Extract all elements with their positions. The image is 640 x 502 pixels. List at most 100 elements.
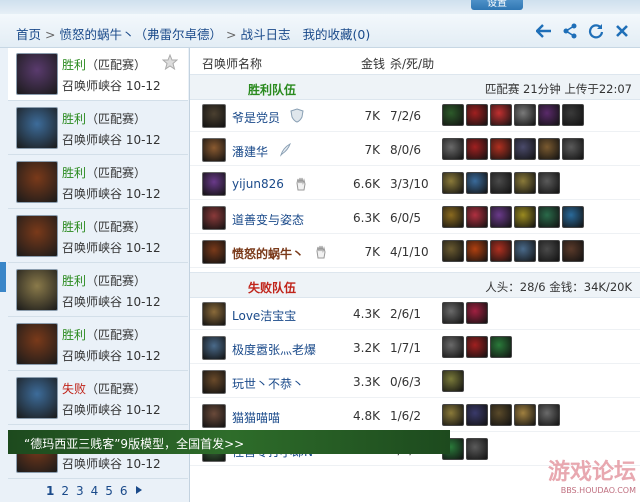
page-link[interactable]: 2 — [61, 484, 69, 498]
next-page-icon[interactable] — [135, 484, 143, 498]
summoner-name[interactable]: 潘建华 — [232, 143, 268, 160]
result-label: 胜利 — [62, 274, 87, 288]
star-icon[interactable] — [161, 53, 179, 73]
item-icon[interactable] — [442, 302, 464, 324]
summoner-name[interactable]: yijun826 — [232, 177, 284, 191]
item-icon[interactable] — [514, 172, 536, 194]
item-icon[interactable] — [562, 104, 584, 126]
summoner-name[interactable]: 玩世丶不恭丶 — [232, 375, 304, 392]
item-icon[interactable] — [490, 104, 512, 126]
item-icon[interactable] — [466, 302, 488, 324]
item-slots — [442, 370, 464, 392]
item-icon[interactable] — [442, 104, 464, 126]
item-icon[interactable] — [514, 206, 536, 228]
nav-bar: 首页 > 愤怒的蜗牛丶（弗雷尔卓德） > 战斗日志 我的收藏(0) — [0, 14, 640, 48]
player-row[interactable]: yijun826 6.6K 3/3/10 — [190, 169, 640, 200]
match-result: 胜利（匹配赛） — [62, 110, 146, 127]
item-icon[interactable] — [538, 206, 560, 228]
match-item[interactable]: 胜利（匹配赛） 召唤师峡谷 10-12 — [8, 102, 188, 155]
player-row[interactable]: 玩世丶不恭丶 3.3K 0/6/3 — [190, 367, 640, 398]
match-item[interactable]: 胜利（匹配赛） 召唤师峡谷 10-12 — [8, 318, 188, 371]
item-icon[interactable] — [466, 206, 488, 228]
kda-value: 4/1/10 — [390, 245, 429, 259]
item-icon[interactable] — [538, 404, 560, 426]
item-icon[interactable] — [514, 404, 536, 426]
match-item[interactable]: 胜利（匹配赛） 召唤师峡谷 10-12 — [8, 156, 188, 209]
item-icon[interactable] — [442, 240, 464, 262]
player-row[interactable]: 爷是党员 7K 7/2/6 — [190, 101, 640, 132]
match-result: 胜利（匹配赛） — [62, 272, 146, 289]
item-icon[interactable] — [490, 138, 512, 160]
item-icon[interactable] — [466, 404, 488, 426]
summoner-name[interactable]: Love洁宝宝 — [232, 307, 296, 324]
item-icon[interactable] — [466, 240, 488, 262]
page-link[interactable]: 5 — [105, 484, 113, 498]
item-icon[interactable] — [562, 138, 584, 160]
champion-avatar — [16, 107, 58, 149]
breadcrumb-summoner[interactable]: 愤怒的蜗牛丶（弗雷尔卓德） — [60, 27, 223, 42]
item-icon[interactable] — [538, 240, 560, 262]
breadcrumb-section[interactable]: 战斗日志 — [241, 27, 291, 42]
player-row[interactable]: 道善变与姿态 6.3K 6/0/5 — [190, 203, 640, 234]
collapse-tab[interactable] — [0, 262, 6, 292]
item-icon[interactable] — [466, 172, 488, 194]
player-row[interactable]: 愤怒的蜗牛丶 7K 4/1/10 — [190, 237, 640, 268]
item-icon[interactable] — [442, 172, 464, 194]
lose-team-header: 失败队伍 人头：28/6 金钱：34K/20K — [190, 272, 640, 298]
item-icon[interactable] — [490, 404, 512, 426]
summoner-name[interactable]: 猫猫喵喵 — [232, 409, 280, 426]
player-row[interactable]: 极度嚣张灬老爆 3.2K 1/7/1 — [190, 333, 640, 364]
item-icon[interactable] — [442, 138, 464, 160]
top-strip: 设置 — [0, 0, 640, 14]
page-link[interactable]: 3 — [76, 484, 84, 498]
match-map: 召唤师峡谷 10-12 — [62, 403, 161, 417]
item-icon[interactable] — [562, 240, 584, 262]
breadcrumb-home[interactable]: 首页 — [16, 27, 41, 42]
champion-icon — [202, 240, 226, 264]
match-item[interactable]: 胜利（匹配赛） 召唤师峡谷 10-12 — [8, 48, 188, 101]
back-arrow-icon[interactable] — [536, 22, 552, 40]
match-item[interactable]: 胜利（匹配赛） 召唤师峡谷 10-12 — [8, 210, 188, 263]
item-icon[interactable] — [538, 104, 560, 126]
item-icon[interactable] — [514, 138, 536, 160]
page-link[interactable]: 4 — [91, 484, 99, 498]
item-icon[interactable] — [442, 336, 464, 358]
item-icon[interactable] — [442, 404, 464, 426]
item-icon[interactable] — [490, 336, 512, 358]
item-icon[interactable] — [490, 172, 512, 194]
item-icon[interactable] — [442, 206, 464, 228]
item-icon[interactable] — [466, 336, 488, 358]
item-icon[interactable] — [466, 438, 488, 460]
item-icon[interactable] — [490, 206, 512, 228]
summoner-name[interactable]: 爷是党员 — [232, 109, 280, 126]
result-label: 胜利 — [62, 220, 87, 234]
refresh-icon[interactable] — [588, 22, 604, 40]
item-icon[interactable] — [442, 370, 464, 392]
promo-banner[interactable]: “德玛西亚三贱客”9版模型，全国首发>> — [8, 430, 450, 454]
player-row[interactable]: 猫猫喵喵 4.8K 1/6/2 — [190, 401, 640, 432]
match-item[interactable]: 失败（匹配赛） 召唤师峡谷 10-12 — [8, 372, 188, 425]
summoner-name[interactable]: 极度嚣张灬老爆 — [232, 341, 316, 358]
item-icon[interactable] — [514, 104, 536, 126]
nav-actions — [536, 22, 630, 40]
share-icon[interactable] — [562, 22, 578, 40]
page-link[interactable]: 6 — [120, 484, 128, 498]
item-icon[interactable] — [466, 104, 488, 126]
win-team-label: 胜利队伍 — [248, 83, 297, 97]
summoner-name[interactable]: 愤怒的蜗牛丶 — [232, 245, 304, 262]
close-icon[interactable] — [614, 22, 630, 40]
favorites-link[interactable]: 我的收藏(0) — [303, 27, 371, 42]
item-icon[interactable] — [538, 138, 560, 160]
gold-value: 4.8K — [353, 409, 380, 423]
item-icon[interactable] — [490, 240, 512, 262]
player-row[interactable]: 潘建华 7K 8/0/6 — [190, 135, 640, 166]
item-icon[interactable] — [514, 240, 536, 262]
match-item[interactable]: 胜利（匹配赛） 召唤师峡谷 10-12 — [8, 264, 188, 317]
summoner-name[interactable]: 道善变与姿态 — [232, 211, 304, 228]
item-icon[interactable] — [562, 206, 584, 228]
settings-button[interactable]: 设置 — [471, 0, 523, 10]
item-icon[interactable] — [466, 138, 488, 160]
item-icon[interactable] — [538, 172, 560, 194]
player-row[interactable]: Love洁宝宝 4.3K 2/6/1 — [190, 299, 640, 330]
page-link[interactable]: 1 — [46, 484, 54, 498]
